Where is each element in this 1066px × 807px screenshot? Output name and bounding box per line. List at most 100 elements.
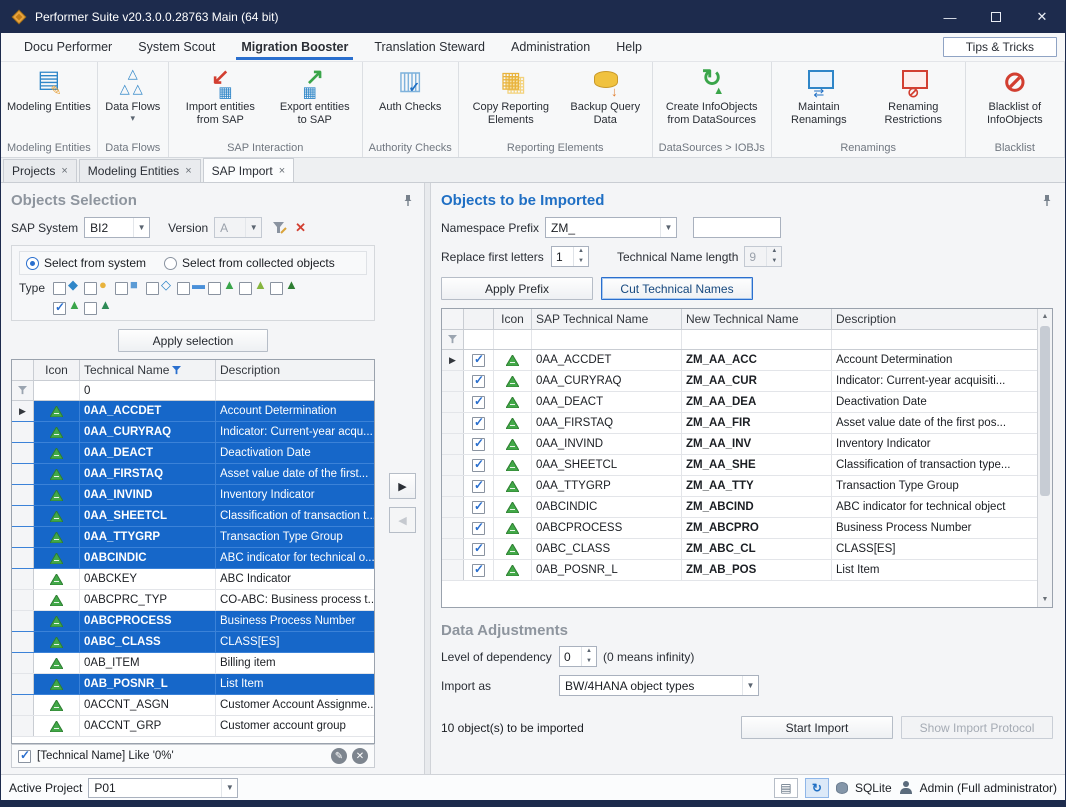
ribbon-button[interactable]: Import entities from SAP	[171, 64, 270, 127]
table-row[interactable]: 0AB_ITEM Billing item	[12, 653, 374, 674]
close-button[interactable]: ✕	[1019, 1, 1065, 33]
type-checkbox[interactable]	[177, 281, 208, 295]
column-header-checked[interactable]	[464, 309, 494, 329]
row-checkbox[interactable]	[472, 480, 485, 493]
column-header-icon[interactable]: Icon	[34, 360, 80, 380]
table-row[interactable]: ▶ 0AA_ACCDET Account Determination	[12, 401, 374, 422]
import-as-combo[interactable]: BW/4HANA object types ▼	[559, 675, 759, 696]
tab-close-icon[interactable]: ×	[279, 165, 285, 177]
grid-tool-button[interactable]: ▤	[774, 778, 798, 798]
radio-select-from-system[interactable]: Select from system	[26, 256, 146, 270]
row-checkbox[interactable]	[472, 564, 485, 577]
active-project-combo[interactable]: P01 ▼	[88, 778, 238, 798]
menu-item[interactable]: Docu Performer	[11, 33, 125, 61]
column-header-sap-name[interactable]: SAP Technical Name	[532, 309, 682, 329]
table-row[interactable]: 0ABC_CLASS CLASS[ES]	[12, 632, 374, 653]
edit-filter-button[interactable]: ✎	[331, 748, 347, 764]
sap-system-combo[interactable]: BI2 ▼	[84, 217, 150, 238]
table-row[interactable]: 0AA_CURYRAQ Indicator: Current-year acqu…	[12, 422, 374, 443]
table-row[interactable]: 0ACCNT_ASGN Customer Account Assignme...	[12, 695, 374, 716]
table-row[interactable]: 0ABCPROCESS Business Process Number	[12, 611, 374, 632]
document-tab[interactable]: Modeling Entities ×	[79, 159, 201, 182]
table-row[interactable]: 0AA_FIRSTAQ Asset value date of the firs…	[12, 464, 374, 485]
type-checkbox[interactable]	[115, 281, 146, 295]
tab-close-icon[interactable]: ×	[185, 165, 191, 177]
type-checkbox[interactable]	[84, 301, 115, 315]
edit-filter-icon[interactable]	[272, 221, 287, 235]
pin-icon[interactable]	[1041, 194, 1053, 207]
tips-and-tricks-button[interactable]: Tips & Tricks	[943, 37, 1057, 57]
ribbon-button[interactable]: Backup Query Data	[561, 64, 650, 127]
import-table-row[interactable]: 0AB_POSNR_L ZM_AB_POS List Item	[442, 560, 1037, 581]
table-row[interactable]: 0AA_DEACT Deactivation Date	[12, 443, 374, 464]
ribbon-button[interactable]: Auth Checks	[375, 64, 445, 115]
menu-item[interactable]: Migration Booster	[228, 33, 361, 61]
import-table-row[interactable]: 0ABCPROCESS ZM_ABCPRO Business Process N…	[442, 518, 1037, 539]
move-right-button[interactable]: ▶	[389, 473, 416, 499]
scroll-down-icon[interactable]: ▼	[1038, 592, 1052, 607]
cut-technical-names-button[interactable]: Cut Technical Names	[601, 277, 753, 300]
maximize-button[interactable]	[973, 1, 1019, 33]
import-table-row[interactable]: 0AA_TTYGRP ZM_AA_TTY Transaction Type Gr…	[442, 476, 1037, 497]
row-checkbox[interactable]	[472, 396, 485, 409]
tab-close-icon[interactable]: ×	[61, 165, 67, 177]
import-table-row[interactable]: 0ABC_CLASS ZM_ABC_CL CLASS[ES]	[442, 539, 1037, 560]
menu-item[interactable]: System Scout	[125, 33, 228, 61]
type-checkbox[interactable]	[53, 301, 84, 315]
table-row[interactable]: 0AB_POSNR_L List Item	[12, 674, 374, 695]
type-checkbox[interactable]	[208, 281, 239, 295]
type-checkbox[interactable]	[53, 281, 84, 295]
table-row[interactable]: 0ABCKEY ABC Indicator	[12, 569, 374, 590]
filter-enabled-checkbox[interactable]	[18, 750, 31, 763]
row-checkbox[interactable]	[472, 375, 485, 388]
ribbon-button[interactable]: Blacklist of InfoObjects	[968, 64, 1062, 127]
scrollbar-thumb[interactable]	[1040, 326, 1050, 496]
menu-item[interactable]: Administration	[498, 33, 603, 61]
table-row[interactable]: 0ABCPRC_TYP CO-ABC: Business process t..…	[12, 590, 374, 611]
type-checkbox[interactable]	[270, 281, 301, 295]
document-tab[interactable]: Projects ×	[3, 159, 77, 182]
import-table-row[interactable]: 0AA_DEACT ZM_AA_DEA Deactivation Date	[442, 392, 1037, 413]
stepper-up-icon[interactable]: ▲	[582, 647, 596, 657]
row-checkbox[interactable]	[472, 417, 485, 430]
minimize-button[interactable]: —	[927, 1, 973, 33]
column-header-icon[interactable]: Icon	[494, 309, 532, 329]
menu-item[interactable]: Translation Steward	[361, 33, 498, 61]
type-checkbox[interactable]	[239, 281, 270, 295]
type-checkbox[interactable]	[146, 281, 177, 295]
ribbon-button[interactable]: Maintain Renamings	[774, 64, 864, 127]
start-import-button[interactable]: Start Import	[741, 716, 893, 739]
replace-first-letters-stepper[interactable]: 1 ▲▼	[551, 246, 589, 267]
apply-prefix-button[interactable]: Apply Prefix	[441, 277, 593, 300]
table-row[interactable]: 0AA_INVIND Inventory Indicator	[12, 485, 374, 506]
namespace-custom-input[interactable]	[693, 217, 781, 238]
ribbon-button[interactable]: Data Flows ▾	[100, 64, 166, 123]
ribbon-button[interactable]: Export entities to SAP	[270, 64, 360, 127]
table-row[interactable]: 0ABCINDIC ABC indicator for technical o.…	[12, 548, 374, 569]
namespace-prefix-combo[interactable]: ZM_ ▼	[545, 217, 677, 238]
import-table-row[interactable]: 0AA_FIRSTAQ ZM_AA_FIR Asset value date o…	[442, 413, 1037, 434]
radio-select-from-collected[interactable]: Select from collected objects	[164, 256, 335, 270]
refresh-button[interactable]: ↻	[805, 778, 829, 798]
filter-row[interactable]	[442, 330, 1037, 350]
stepper-down-icon[interactable]: ▼	[574, 257, 588, 267]
ribbon-button[interactable]: Modeling Entities	[3, 64, 95, 115]
import-table-row[interactable]: ▶ 0AA_ACCDET ZM_AA_ACC Account Determina…	[442, 350, 1037, 371]
document-tab[interactable]: SAP Import ×	[203, 158, 295, 182]
import-table-row[interactable]: 0AA_INVIND ZM_AA_INV Inventory Indicator	[442, 434, 1037, 455]
column-header-new-name[interactable]: New Technical Name	[682, 309, 832, 329]
import-table-row[interactable]: 0ABCINDIC ZM_ABCIND ABC indicator for te…	[442, 497, 1037, 518]
row-checkbox[interactable]	[472, 522, 485, 535]
import-table-row[interactable]: 0AA_SHEETCL ZM_AA_SHE Classification of …	[442, 455, 1037, 476]
table-row[interactable]: 0ACCNT_GRP Customer account group	[12, 716, 374, 737]
import-table-row[interactable]: 0AA_CURYRAQ ZM_AA_CUR Indicator: Current…	[442, 371, 1037, 392]
type-checkbox[interactable]	[84, 281, 115, 295]
apply-selection-button[interactable]: Apply selection	[118, 329, 268, 352]
table-row[interactable]: 0AA_SHEETCL Classification of transactio…	[12, 506, 374, 527]
column-header-technical-name[interactable]: Technical Name	[80, 360, 216, 380]
row-checkbox[interactable]	[472, 543, 485, 556]
ribbon-button[interactable]: Copy Reporting Elements	[461, 64, 561, 127]
level-of-dependency-stepper[interactable]: 0 ▲▼	[559, 646, 597, 667]
row-checkbox[interactable]	[472, 501, 485, 514]
filter-row[interactable]: 0	[12, 381, 374, 401]
